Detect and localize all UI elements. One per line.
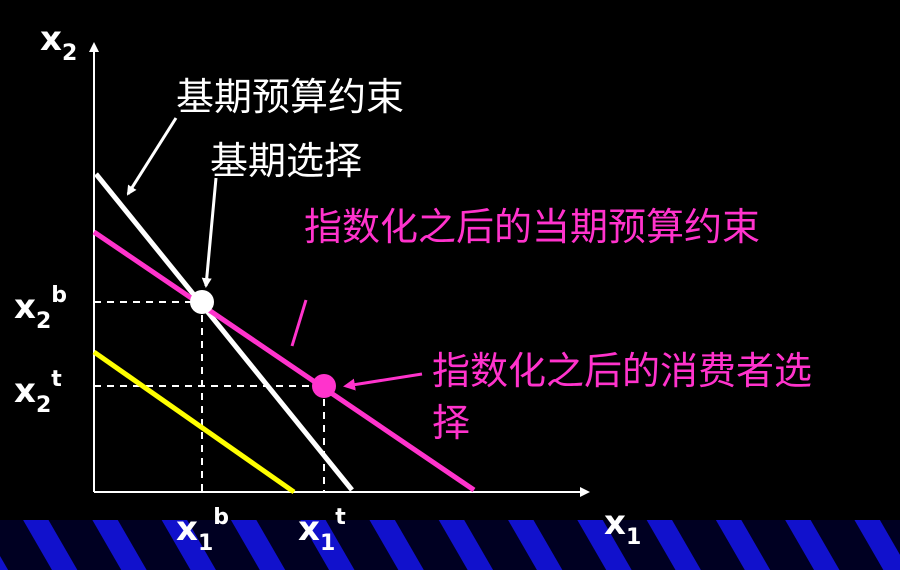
label-indexed-choice-line1: 指数化之后的消费者选 [432,349,812,393]
label-indexed-budget: 指数化之后的当期预算约束 [304,205,760,249]
x-axis-label: x1 [604,503,641,550]
indexed-budget-line [92,229,476,493]
y-axis-label: x2 [40,19,77,66]
diagram-canvas: x2 x1 x2b x2t x1b x1t 基期预算约束 基期选择 指数化之后的… [0,19,900,570]
label-base-budget: 基期预算约束 [176,75,404,119]
label-base-choice: 基期选择 [210,139,362,183]
tick-x2t: x2t [14,367,62,418]
yellow-budget-line [92,349,296,495]
indexed-budget-arrow [290,299,308,347]
tick-x2b: x2b [14,283,67,334]
base-choice-arrow [201,177,218,288]
indexed-choice-point [312,374,336,398]
label-indexed-choice-line2: 择 [432,401,470,445]
base-choice-point [190,290,214,314]
indexed-choice-arrow [343,372,423,391]
bottom-decor-band [0,520,900,570]
base-budget-arrow [126,117,178,196]
